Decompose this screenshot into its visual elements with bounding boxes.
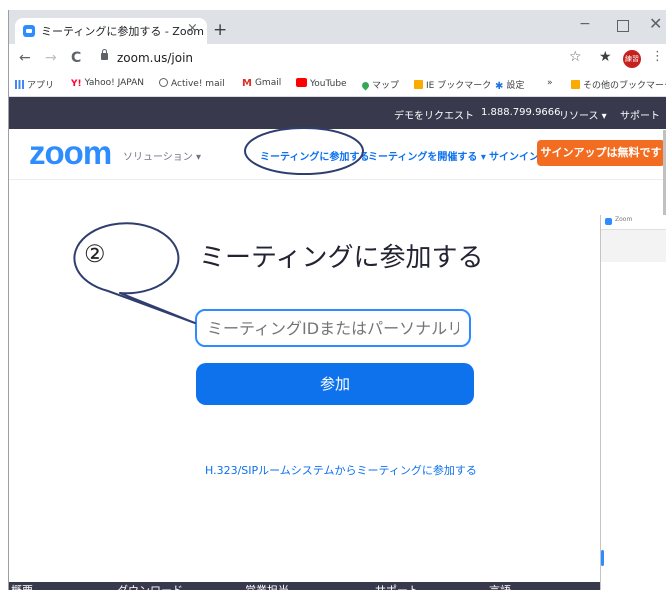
yahoo-icon: Y! bbox=[71, 79, 82, 89]
zoom-nav: zoom ソリューション ▾ ミーティングに参加する ミーティングを開催する ▾… bbox=[9, 129, 666, 180]
bookmark-star-icon[interactable]: ☆ bbox=[569, 49, 582, 65]
footer-language[interactable]: 言語 bbox=[489, 582, 511, 590]
host-meeting-menu[interactable]: ミーティングを開催する ▾ bbox=[368, 148, 486, 163]
browser-window: ミーティングに参加する - Zoom × + − ✕ ← → C zoom.us… bbox=[8, 10, 666, 590]
bookmark-maps[interactable]: マップ bbox=[360, 78, 399, 91]
footer-sales[interactable]: 営業担当 bbox=[245, 582, 289, 590]
gear-icon: ✱ bbox=[495, 81, 504, 92]
annotation-marker-2: ② bbox=[84, 240, 106, 268]
zoom-top-bar: デモをリクエスト 1.888.799.9666 リソース ▾ サポート bbox=[9, 97, 666, 129]
zoom-side-window: Zoom bbox=[600, 215, 666, 590]
gmail-icon: M bbox=[242, 78, 252, 89]
bookmark-yahoo[interactable]: Y! Yahoo! JAPAN bbox=[71, 78, 144, 89]
page-title: ミーティングに参加する bbox=[199, 243, 484, 273]
folder-icon bbox=[414, 80, 423, 89]
side-window-accent bbox=[601, 550, 604, 566]
side-window-titlebar: Zoom bbox=[601, 215, 666, 230]
browser-toolbar: ← → C zoom.us/join ☆ ★ 練習 ⋮ bbox=[9, 44, 666, 74]
footer-support[interactable]: サポート bbox=[375, 582, 419, 590]
join-button[interactable]: 参加 bbox=[196, 363, 474, 405]
phone-number: 1.888.799.9666 bbox=[481, 107, 561, 118]
sip-room-link[interactable]: H.323/SIPルームシステムからミーティングに参加する bbox=[205, 462, 477, 478]
signin-link[interactable]: サインイン bbox=[489, 148, 539, 163]
site-footer: 概要 ダウンロード 営業担当 サポート 言語 bbox=[9, 582, 666, 590]
bookmark-settings[interactable]: ✱ 設定 bbox=[495, 78, 524, 92]
new-tab-button[interactable]: + bbox=[213, 20, 227, 40]
solutions-menu[interactable]: ソリューション ▾ bbox=[123, 148, 201, 163]
bookmark-youtube[interactable]: YouTube bbox=[296, 78, 347, 89]
folder-icon bbox=[571, 80, 580, 89]
bookmark-gmail[interactable]: M Gmail bbox=[242, 78, 281, 89]
side-window-header bbox=[601, 230, 666, 262]
bookmark-ie-folder[interactable]: IE ブックマーク bbox=[414, 78, 491, 91]
lock-icon[interactable] bbox=[101, 49, 108, 60]
extensions-icon[interactable]: ★ bbox=[599, 49, 612, 65]
minimize-button[interactable]: − bbox=[579, 16, 591, 32]
zoom-app-icon bbox=[605, 218, 612, 225]
zoom-logo[interactable]: zoom bbox=[29, 134, 112, 172]
address-bar[interactable]: zoom.us/join bbox=[117, 51, 193, 65]
join-meeting-link[interactable]: ミーティングに参加する bbox=[260, 148, 369, 163]
maps-icon bbox=[360, 80, 371, 91]
forward-button[interactable]: → bbox=[45, 50, 57, 66]
bookmark-active-mail[interactable]: Active! mail bbox=[159, 78, 225, 89]
bookmarks-bar: アプリ Y! Yahoo! JAPAN Active! mail M Gmail Y… bbox=[9, 74, 666, 97]
tab-zoom-join[interactable]: ミーティングに参加する - Zoom × bbox=[15, 18, 207, 44]
tab-close-icon[interactable]: × bbox=[187, 21, 198, 36]
request-demo-link[interactable]: デモをリクエスト bbox=[394, 107, 474, 122]
meeting-id-input[interactable] bbox=[195, 309, 471, 347]
apps-grid-icon bbox=[15, 80, 24, 89]
maximize-button[interactable] bbox=[617, 20, 629, 32]
reload-button[interactable]: C bbox=[71, 50, 81, 66]
signup-button[interactable]: サインアップは無料です bbox=[537, 140, 665, 166]
window-close-button[interactable]: ✕ bbox=[649, 14, 662, 33]
footer-download[interactable]: ダウンロード bbox=[117, 582, 183, 590]
support-link[interactable]: サポート bbox=[620, 107, 660, 122]
globe-icon bbox=[159, 78, 168, 87]
bookmark-apps[interactable]: アプリ bbox=[15, 78, 54, 91]
bookmark-overflow[interactable]: » bbox=[547, 78, 553, 88]
footer-about[interactable]: 概要 bbox=[11, 582, 33, 590]
zoom-favicon-icon bbox=[23, 25, 35, 37]
youtube-icon bbox=[296, 78, 307, 87]
resources-menu[interactable]: リソース ▾ bbox=[559, 107, 607, 122]
profile-avatar[interactable]: 練習 bbox=[623, 50, 641, 68]
bookmark-other[interactable]: その他のブックマーク bbox=[571, 78, 666, 91]
side-window-title: Zoom bbox=[615, 216, 633, 223]
tab-strip: ミーティングに参加する - Zoom × + − ✕ bbox=[9, 10, 666, 44]
tab-title: ミーティングに参加する - Zoom bbox=[41, 25, 205, 38]
browser-menu-icon[interactable]: ⋮ bbox=[651, 49, 664, 64]
back-button[interactable]: ← bbox=[19, 50, 31, 66]
